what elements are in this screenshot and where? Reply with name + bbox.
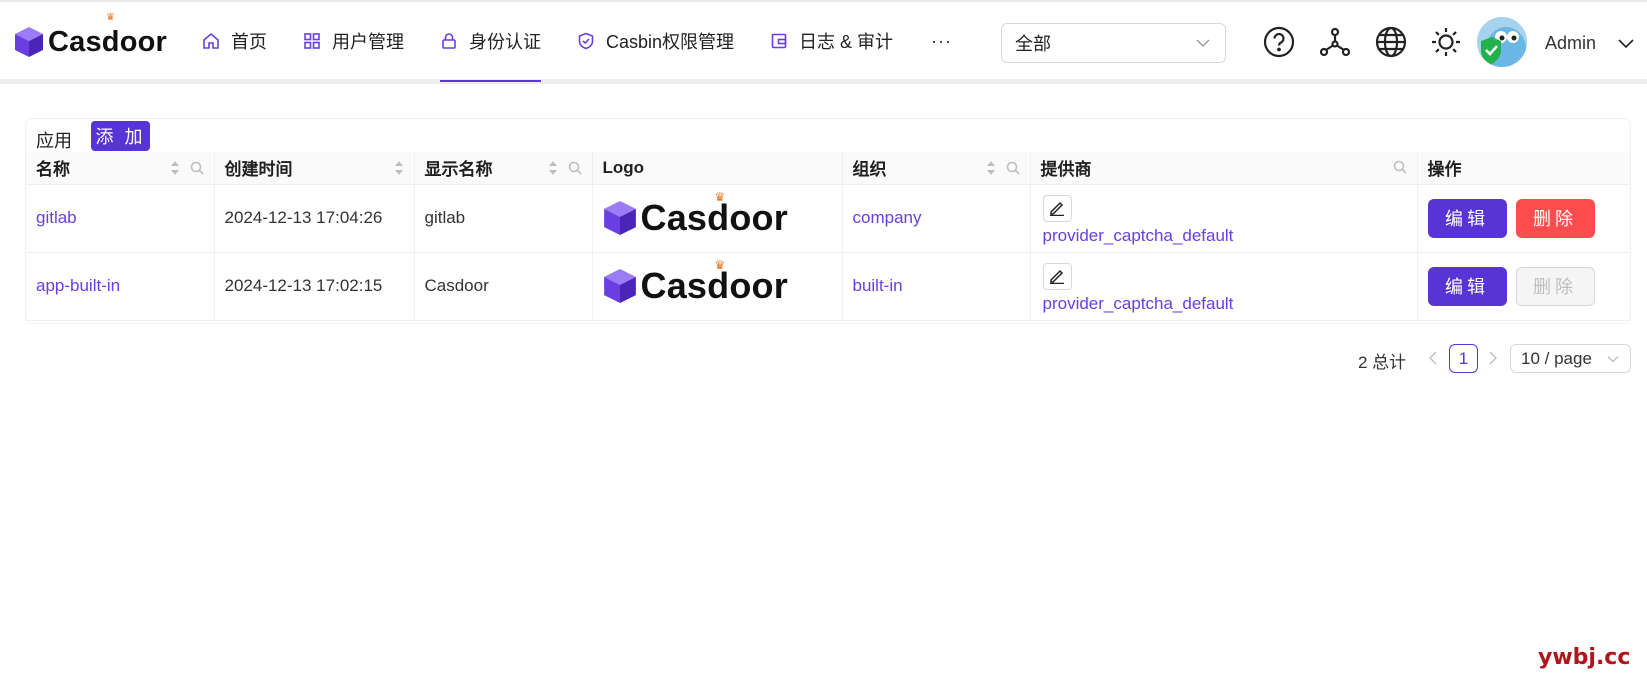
gopher-avatar-icon: [1477, 17, 1527, 67]
edit-providers-button[interactable]: [1042, 194, 1072, 222]
chevron-down-icon: [1195, 35, 1211, 51]
nav-label: 用户管理: [332, 32, 404, 52]
column-header-label: 操作: [1427, 160, 1462, 180]
column-header-label: 名称: [36, 160, 70, 180]
column-header-organization: 组织: [842, 152, 1031, 185]
organization-select-value: 全部: [1015, 34, 1051, 54]
casdoor-cube-icon: [603, 201, 636, 235]
search-icon[interactable]: [1393, 160, 1407, 174]
nav-more-button[interactable]: ···: [911, 0, 972, 82]
display-name-cell: Casdoor: [414, 252, 593, 321]
organization-link[interactable]: built-in: [853, 276, 903, 295]
casdoor-logo[interactable]: Casdoor ♛: [14, 13, 168, 62]
table-row: gitlab 2024-12-13 17:04:26 gitlab Casdoo…: [26, 184, 1630, 253]
nav-label: 首页: [231, 32, 267, 52]
created-time-cell: 2024-12-13 17:04:26: [214, 184, 415, 253]
edit-providers-button[interactable]: [1042, 262, 1072, 290]
edit-button[interactable]: 编辑: [1427, 266, 1507, 306]
grid-icon: [303, 32, 321, 50]
search-icon[interactable]: [568, 161, 582, 175]
sort-icon[interactable]: [548, 160, 558, 176]
pencil-icon: [1050, 269, 1064, 284]
pencil-icon: [1050, 201, 1064, 216]
casdoor-cube-icon: [603, 269, 636, 303]
column-header-label: 组织: [852, 160, 887, 180]
column-header-label: 显示名称: [424, 160, 493, 180]
edit-button[interactable]: 编辑: [1427, 198, 1507, 238]
column-header-created-time: 创建时间: [214, 152, 415, 185]
column-header-name: 名称: [26, 152, 215, 185]
watermark: ywbj.cc: [1538, 645, 1631, 670]
top-header: Casdoor ♛ 首页 用户管理 身份认证 Casbin权限管理 日志 & 审…: [0, 0, 1647, 84]
application-name-link[interactable]: gitlab: [36, 208, 77, 227]
card-title: 应用: [36, 131, 72, 151]
page-size-select[interactable]: 10 / page: [1510, 344, 1631, 373]
casdoor-cube-icon: [15, 27, 43, 57]
nav-item-authentication[interactable]: 身份认证: [422, 0, 559, 82]
sort-icon[interactable]: [986, 160, 996, 176]
crown-icon: ♛: [714, 258, 726, 272]
column-header-label: 创建时间: [224, 160, 293, 180]
add-application-button[interactable]: 添 加: [91, 121, 150, 151]
wallet-icon: [770, 32, 788, 50]
column-header-display-name: 显示名称: [414, 152, 593, 185]
pagination-prev-icon[interactable]: [1426, 349, 1440, 367]
application-logo: Casdoor ♛: [603, 259, 832, 306]
user-name[interactable]: Admin: [1545, 33, 1596, 54]
column-header-logo: Logo: [592, 152, 843, 185]
sun-icon[interactable]: [1428, 24, 1464, 60]
crown-icon: ♛: [106, 12, 115, 23]
main-nav: 首页 用户管理 身份认证 Casbin权限管理 日志 & 审计 ···: [184, 0, 972, 82]
pagination-total: 2 总计: [1358, 353, 1407, 372]
provider-link[interactable]: provider_captcha_default: [1043, 226, 1234, 245]
organization-select[interactable]: 全部: [1001, 23, 1226, 63]
column-header-label: 提供商: [1040, 160, 1092, 180]
lock-icon: [440, 32, 458, 50]
nav-label: 身份认证: [469, 32, 541, 52]
avatar[interactable]: [1477, 17, 1527, 67]
nav-item-user-management[interactable]: 用户管理: [285, 0, 422, 82]
sort-icon[interactable]: [170, 160, 180, 176]
delete-button-disabled: 删除: [1515, 266, 1595, 306]
search-icon[interactable]: [190, 161, 204, 175]
chevron-down-icon: [1606, 351, 1620, 365]
home-icon: [202, 32, 220, 50]
applications-card: 应用 添 加 名称 创建时间 显示名称 Logo 组织 提供商 操作 gitla…: [25, 118, 1631, 324]
nav-item-home[interactable]: 首页: [184, 0, 285, 82]
nav-item-logs[interactable]: 日志 & 审计: [752, 0, 911, 82]
nav-item-casbin[interactable]: Casbin权限管理: [559, 0, 752, 82]
pagination-next-icon[interactable]: [1486, 349, 1500, 367]
column-header-providers: 提供商: [1030, 152, 1418, 185]
pagination-page-button[interactable]: 1: [1449, 344, 1478, 373]
sort-icon[interactable]: [394, 160, 404, 176]
provider-link[interactable]: provider_captcha_default: [1043, 294, 1234, 313]
application-logo: Casdoor ♛: [603, 191, 832, 238]
search-icon[interactable]: [1006, 161, 1020, 175]
chevron-down-icon[interactable]: [1617, 35, 1635, 53]
column-header-actions: 操作: [1417, 152, 1630, 185]
shield-icon: [577, 32, 595, 50]
created-time-cell: 2024-12-13 17:02:15: [214, 252, 415, 321]
nav-label: Casbin权限管理: [606, 32, 735, 52]
logo-text: Casdoor: [48, 25, 168, 58]
column-header-label: Logo: [602, 157, 645, 177]
table-row: app-built-in 2024-12-13 17:02:15 Casdoor…: [26, 252, 1630, 321]
globe-icon[interactable]: [1373, 24, 1409, 60]
table-header-row: 名称 创建时间 显示名称 Logo 组织 提供商 操作: [26, 152, 1630, 185]
page-size-value: 10 / page: [1521, 348, 1592, 368]
display-name-cell: gitlab: [414, 184, 593, 253]
help-icon[interactable]: [1261, 24, 1297, 60]
nav-label: 日志 & 审计: [799, 32, 894, 52]
delete-button[interactable]: 删除: [1515, 198, 1595, 238]
crown-icon: ♛: [714, 190, 726, 204]
organization-link[interactable]: company: [853, 208, 922, 227]
application-name-link[interactable]: app-built-in: [36, 276, 120, 295]
network-icon[interactable]: [1317, 24, 1353, 60]
applications-table: 名称 创建时间 显示名称 Logo 组织 提供商 操作 gitlab 2024-…: [26, 152, 1630, 321]
